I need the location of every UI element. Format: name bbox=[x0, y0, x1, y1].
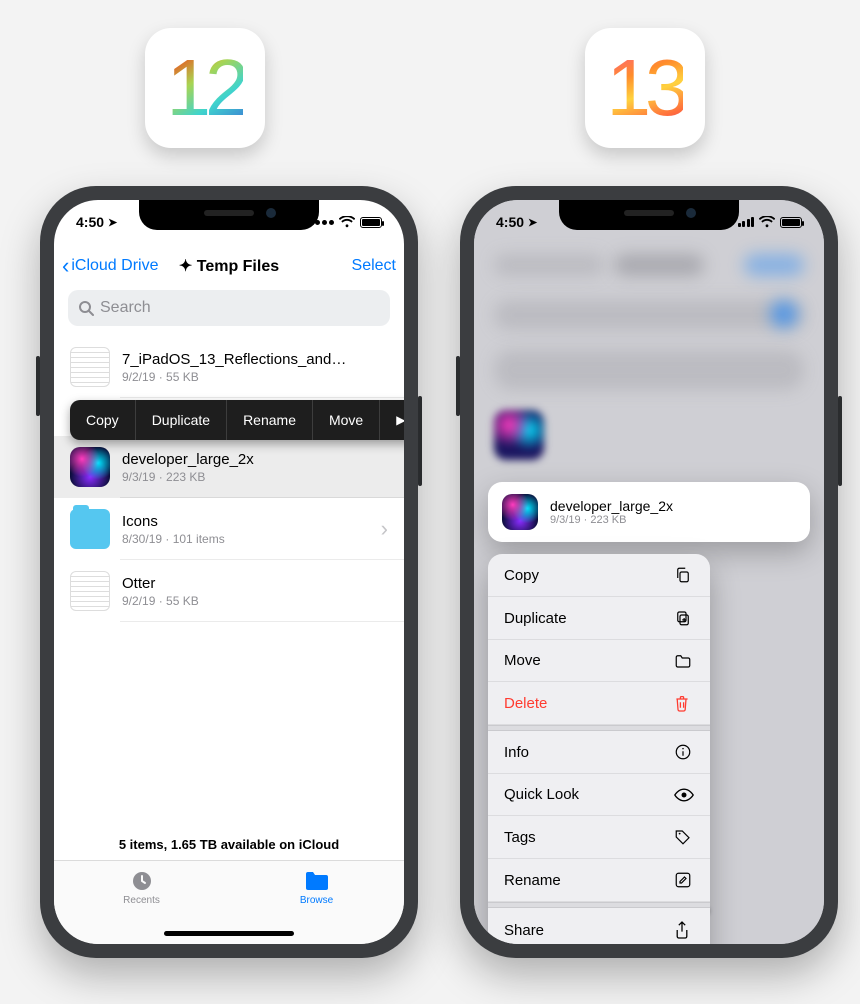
signal-bars-icon bbox=[738, 217, 755, 227]
file-subtitle: 8/30/19 · 101 items bbox=[122, 532, 225, 546]
clock-icon bbox=[128, 869, 156, 893]
menu-label: Rename bbox=[504, 872, 561, 889]
storage-footer: 5 items, 1.65 TB available on iCloud bbox=[54, 837, 404, 852]
menu-label: Quick Look bbox=[504, 786, 579, 803]
menu-delete[interactable]: Delete bbox=[488, 682, 710, 725]
file-row-selected[interactable]: developer_large_2x 9/3/19 · 223 KB bbox=[54, 436, 404, 498]
callout-duplicate[interactable]: Duplicate bbox=[136, 400, 227, 440]
folder-row[interactable]: Icons 8/30/19 · 101 items › bbox=[54, 498, 404, 560]
file-row[interactable]: Otter 9/2/19 · 55 KB bbox=[54, 560, 404, 622]
siri-icon bbox=[70, 447, 110, 487]
location-icon: ➤ bbox=[528, 216, 537, 229]
tag-icon bbox=[674, 828, 694, 846]
nav-bar: ‹ iCloud Drive ✦ Temp Files Select bbox=[54, 244, 404, 288]
folder-icon bbox=[674, 653, 694, 669]
menu-info[interactable]: Info bbox=[488, 731, 710, 774]
menu-share[interactable]: Share bbox=[488, 908, 710, 944]
folder-icon bbox=[70, 509, 110, 549]
status-time: 4:50 bbox=[496, 214, 524, 230]
chevron-left-icon: ‹ bbox=[62, 255, 69, 277]
file-row[interactable]: 7_iPadOS_13_Reflections_and_an… 9/2/19 ·… bbox=[54, 336, 404, 398]
screen-ios12: 4:50 ➤ ‹ iCloud Drive ✦ Temp Files Selec… bbox=[54, 200, 404, 944]
file-subtitle: 9/3/19 · 223 KB bbox=[122, 470, 254, 484]
menu-rename[interactable]: Rename bbox=[488, 859, 710, 902]
ios13-badge: 13 bbox=[585, 28, 705, 148]
menu-label: Copy bbox=[504, 567, 539, 584]
screen-ios13: 4:50 ➤ developer_large_2x 9/3/19 · 223 K… bbox=[474, 200, 824, 944]
battery-icon bbox=[360, 217, 382, 228]
preview-subtitle: 9/3/19 · 223 KB bbox=[550, 514, 673, 526]
callout-rename[interactable]: Rename bbox=[227, 400, 313, 440]
copy-icon bbox=[674, 566, 694, 584]
duplicate-icon bbox=[674, 609, 694, 627]
location-icon: ➤ bbox=[108, 216, 117, 229]
siri-icon bbox=[502, 494, 538, 530]
file-list: 7_iPadOS_13_Reflections_and_an… 9/2/19 ·… bbox=[54, 336, 404, 622]
ios13-number: 13 bbox=[607, 42, 684, 134]
callout-copy[interactable]: Copy bbox=[70, 400, 136, 440]
phone-ios12: 4:50 ➤ ‹ iCloud Drive ✦ Temp Files Selec… bbox=[40, 186, 418, 958]
menu-label: Share bbox=[504, 922, 544, 939]
search-placeholder: Search bbox=[100, 299, 151, 317]
context-menu: Copy Duplicate Move Delete bbox=[488, 554, 710, 944]
menu-copy[interactable]: Copy bbox=[488, 554, 710, 597]
callout-move[interactable]: Move bbox=[313, 400, 380, 440]
document-icon bbox=[70, 347, 110, 387]
select-button[interactable]: Select bbox=[352, 257, 396, 275]
ios12-number: 12 bbox=[167, 42, 244, 134]
menu-tags[interactable]: Tags bbox=[488, 816, 710, 859]
battery-icon bbox=[780, 217, 802, 228]
share-icon bbox=[674, 920, 694, 940]
file-title: developer_large_2x bbox=[122, 451, 254, 468]
preview-title: developer_large_2x bbox=[550, 498, 673, 514]
status-time: 4:50 bbox=[76, 214, 104, 230]
phone-ios13: 4:50 ➤ developer_large_2x 9/3/19 · 223 K… bbox=[460, 186, 838, 958]
file-title: 7_iPadOS_13_Reflections_and_an… bbox=[122, 351, 352, 368]
chevron-right-icon: › bbox=[381, 516, 388, 542]
edit-menu-callout: Copy Duplicate Rename Move ▶ bbox=[70, 400, 404, 440]
back-button[interactable]: ‹ iCloud Drive bbox=[62, 255, 158, 277]
file-subtitle: 9/2/19 · 55 KB bbox=[122, 370, 352, 384]
menu-label: Info bbox=[504, 744, 529, 761]
menu-label: Move bbox=[504, 652, 541, 669]
home-indicator[interactable] bbox=[164, 931, 294, 936]
folder-icon bbox=[303, 869, 331, 893]
callout-more[interactable]: ▶ bbox=[380, 400, 404, 440]
menu-label: Delete bbox=[504, 695, 547, 712]
document-icon bbox=[70, 571, 110, 611]
menu-move[interactable]: Move bbox=[488, 640, 710, 682]
tab-label: Recents bbox=[123, 895, 160, 906]
notch bbox=[559, 200, 739, 230]
context-preview-card[interactable]: developer_large_2x 9/3/19 · 223 KB bbox=[488, 482, 810, 542]
menu-label: Duplicate bbox=[504, 610, 567, 627]
edit-icon bbox=[674, 871, 694, 889]
info-icon bbox=[674, 743, 694, 761]
file-subtitle: 9/2/19 · 55 KB bbox=[122, 594, 199, 608]
search-icon bbox=[78, 300, 94, 316]
search-input[interactable]: Search bbox=[68, 290, 390, 326]
eye-icon bbox=[674, 788, 694, 802]
trash-icon bbox=[674, 694, 694, 712]
menu-duplicate[interactable]: Duplicate bbox=[488, 597, 710, 640]
ios12-badge: 12 bbox=[145, 28, 265, 148]
wifi-icon bbox=[759, 216, 775, 228]
back-label: iCloud Drive bbox=[71, 257, 158, 275]
wifi-icon bbox=[339, 216, 355, 228]
file-title: Icons bbox=[122, 513, 225, 530]
menu-label: Tags bbox=[504, 829, 536, 846]
notch bbox=[139, 200, 319, 230]
menu-quicklook[interactable]: Quick Look bbox=[488, 774, 710, 816]
file-title: Otter bbox=[122, 575, 199, 592]
tab-label: Browse bbox=[300, 895, 333, 906]
